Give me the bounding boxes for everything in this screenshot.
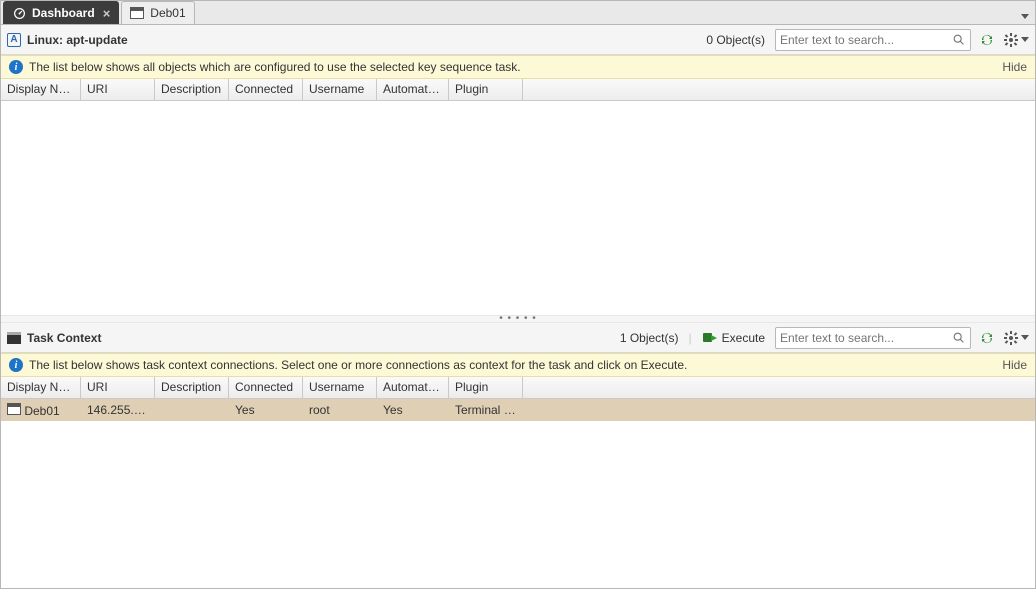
execute-icon (702, 330, 718, 346)
dashboard-icon (12, 6, 26, 20)
gear-icon (1003, 32, 1019, 48)
lower-panel-header: Task Context 1 Object(s) | Execute (1, 323, 1035, 353)
cell-connected: Yes (229, 403, 303, 417)
col-description[interactable]: Description (155, 377, 229, 398)
col-filler (523, 377, 1035, 398)
execute-button[interactable]: Execute (698, 328, 769, 348)
lower-count: 1 Object(s) (620, 331, 679, 345)
cell-automatic: Yes (377, 403, 449, 417)
lower-refresh-button[interactable] (977, 328, 997, 348)
search-icon (952, 331, 966, 345)
tab-bar: Dashboard × Deb01 (1, 1, 1035, 25)
chevron-down-icon (1021, 335, 1029, 340)
upper-table-header: Display Na... URI Description Connected … (1, 79, 1035, 101)
lower-hide-link[interactable]: Hide (1002, 358, 1027, 372)
upper-count: 0 Object(s) (706, 33, 765, 47)
lower-settings-button[interactable] (1003, 330, 1029, 346)
chevron-down-icon (1021, 37, 1029, 42)
lower-info-text: The list below shows task context connec… (29, 358, 687, 372)
col-description[interactable]: Description (155, 79, 229, 100)
upper-table-body[interactable] (1, 101, 1035, 315)
upper-search-box[interactable] (775, 29, 971, 51)
tab-dashboard[interactable]: Dashboard × (3, 1, 119, 24)
upper-info-strip: i The list below shows all objects which… (1, 55, 1035, 79)
terminal-icon (130, 6, 144, 20)
lower-table-header: Display Na... URI Description Connected … (1, 377, 1035, 399)
grip-dots-icon: • • • • • (499, 317, 537, 321)
col-uri[interactable]: URI (81, 79, 155, 100)
upper-panel-header: A Linux: apt-update 0 Object(s) (1, 25, 1035, 55)
task-a-icon: A (7, 33, 21, 47)
col-connected[interactable]: Connected (229, 79, 303, 100)
splitter-handle[interactable]: • • • • • (1, 315, 1035, 323)
col-uri[interactable]: URI (81, 377, 155, 398)
upper-info-text: The list below shows all objects which a… (29, 60, 521, 74)
task-context-icon (7, 332, 21, 344)
upper-hide-link[interactable]: Hide (1002, 60, 1027, 74)
lower-title: Task Context (27, 331, 101, 345)
chevron-down-icon (1021, 14, 1029, 19)
col-plugin[interactable]: Plugin (449, 79, 523, 100)
info-icon: i (9, 60, 23, 74)
col-automatic[interactable]: Automatic... (377, 377, 449, 398)
lower-search-box[interactable] (775, 327, 971, 349)
tab-dashboard-label: Dashboard (32, 6, 95, 20)
upper-refresh-button[interactable] (977, 30, 997, 50)
lower-panel: Task Context 1 Object(s) | Execute i The (1, 323, 1035, 588)
terminal-icon (7, 403, 21, 415)
cell-display: Deb01 (1, 403, 81, 418)
upper-panel: A Linux: apt-update 0 Object(s) i The li… (1, 25, 1035, 315)
col-automatic[interactable]: Automatic... (377, 79, 449, 100)
cell-username: root (303, 403, 377, 417)
col-username[interactable]: Username (303, 79, 377, 100)
gear-icon (1003, 330, 1019, 346)
col-display[interactable]: Display Na... (1, 377, 81, 398)
cell-plugin: Terminal (... (449, 403, 523, 417)
col-display[interactable]: Display Na... (1, 79, 81, 100)
tab-menu-button[interactable] (1021, 8, 1035, 24)
lower-table-body[interactable]: Deb01 146.255.56.... Yes root Yes Termin… (1, 399, 1035, 588)
upper-title: Linux: apt-update (27, 33, 128, 47)
col-connected[interactable]: Connected (229, 377, 303, 398)
table-row[interactable]: Deb01 146.255.56.... Yes root Yes Termin… (1, 399, 1035, 421)
upper-search-input[interactable] (780, 33, 952, 47)
tab-deb01[interactable]: Deb01 (121, 1, 194, 24)
search-icon (952, 33, 966, 47)
close-icon[interactable]: × (103, 6, 111, 21)
app-frame: Dashboard × Deb01 A Linux: apt-update 0 … (0, 0, 1036, 589)
info-icon: i (9, 358, 23, 372)
execute-label: Execute (722, 331, 765, 345)
col-username[interactable]: Username (303, 377, 377, 398)
col-plugin[interactable]: Plugin (449, 377, 523, 398)
lower-info-strip: i The list below shows task context conn… (1, 353, 1035, 377)
refresh-icon (979, 32, 995, 48)
lower-search-input[interactable] (780, 331, 952, 345)
upper-settings-button[interactable] (1003, 32, 1029, 48)
cell-uri: 146.255.56.... (81, 403, 155, 417)
tab-deb01-label: Deb01 (150, 6, 185, 20)
cell-display-text: Deb01 (24, 404, 59, 418)
refresh-icon (979, 330, 995, 346)
col-filler (523, 79, 1035, 100)
